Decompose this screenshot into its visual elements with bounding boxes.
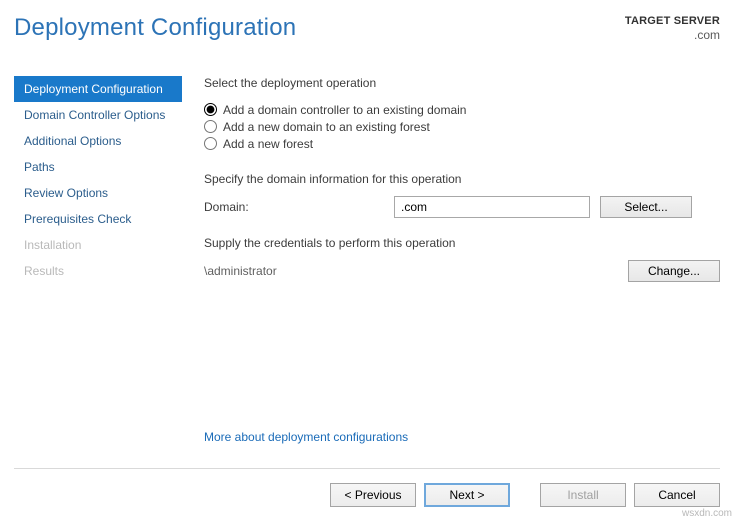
sidebar-item-additional-options[interactable]: Additional Options bbox=[14, 128, 182, 154]
target-server-value: .com bbox=[625, 28, 720, 44]
domain-info-label: Specify the domain information for this … bbox=[204, 172, 720, 186]
sidebar-item-results: Results bbox=[14, 258, 182, 284]
sidebar-item-prerequisites-check[interactable]: Prerequisites Check bbox=[14, 206, 182, 232]
radio-label: Add a new forest bbox=[223, 137, 313, 151]
page-title: Deployment Configuration bbox=[14, 14, 296, 42]
radio-add-domain-existing-forest[interactable]: Add a new domain to an existing forest bbox=[204, 120, 720, 134]
previous-button[interactable]: < Previous bbox=[330, 483, 416, 507]
radio-add-new-forest[interactable]: Add a new forest bbox=[204, 137, 720, 151]
radio-label: Add a domain controller to an existing d… bbox=[223, 103, 466, 117]
wizard-sidebar: Deployment Configuration Domain Controll… bbox=[14, 76, 182, 468]
target-server-label: TARGET SERVER bbox=[625, 14, 720, 28]
sidebar-item-deployment-configuration[interactable]: Deployment Configuration bbox=[14, 76, 182, 102]
more-about-link[interactable]: More about deployment configurations bbox=[204, 430, 720, 444]
deployment-operation-radios: Add a domain controller to an existing d… bbox=[204, 100, 720, 154]
select-domain-button[interactable]: Select... bbox=[600, 196, 692, 218]
sidebar-item-domain-controller-options[interactable]: Domain Controller Options bbox=[14, 102, 182, 128]
sidebar-item-review-options[interactable]: Review Options bbox=[14, 180, 182, 206]
select-operation-label: Select the deployment operation bbox=[204, 76, 720, 90]
radio-input-add-dc-existing-domain[interactable] bbox=[204, 103, 217, 116]
install-button: Install bbox=[540, 483, 626, 507]
domain-input[interactable] bbox=[394, 196, 590, 218]
content-pane: Select the deployment operation Add a do… bbox=[182, 50, 740, 468]
sidebar-item-paths[interactable]: Paths bbox=[14, 154, 182, 180]
credentials-label: Supply the credentials to perform this o… bbox=[204, 236, 720, 250]
radio-add-dc-existing-domain[interactable]: Add a domain controller to an existing d… bbox=[204, 103, 720, 117]
radio-label: Add a new domain to an existing forest bbox=[223, 120, 430, 134]
wizard-footer: < Previous Next > Install Cancel bbox=[0, 469, 740, 521]
credentials-value: \administrator bbox=[204, 264, 277, 278]
cancel-button[interactable]: Cancel bbox=[634, 483, 720, 507]
domain-field-label: Domain: bbox=[204, 200, 394, 214]
radio-input-add-new-forest[interactable] bbox=[204, 137, 217, 150]
sidebar-item-installation: Installation bbox=[14, 232, 182, 258]
target-server-block: TARGET SERVER .com bbox=[625, 14, 720, 44]
watermark-text: wsxdn.com bbox=[682, 508, 732, 519]
next-button[interactable]: Next > bbox=[424, 483, 510, 507]
change-credentials-button[interactable]: Change... bbox=[628, 260, 720, 282]
radio-input-add-domain-existing-forest[interactable] bbox=[204, 120, 217, 133]
